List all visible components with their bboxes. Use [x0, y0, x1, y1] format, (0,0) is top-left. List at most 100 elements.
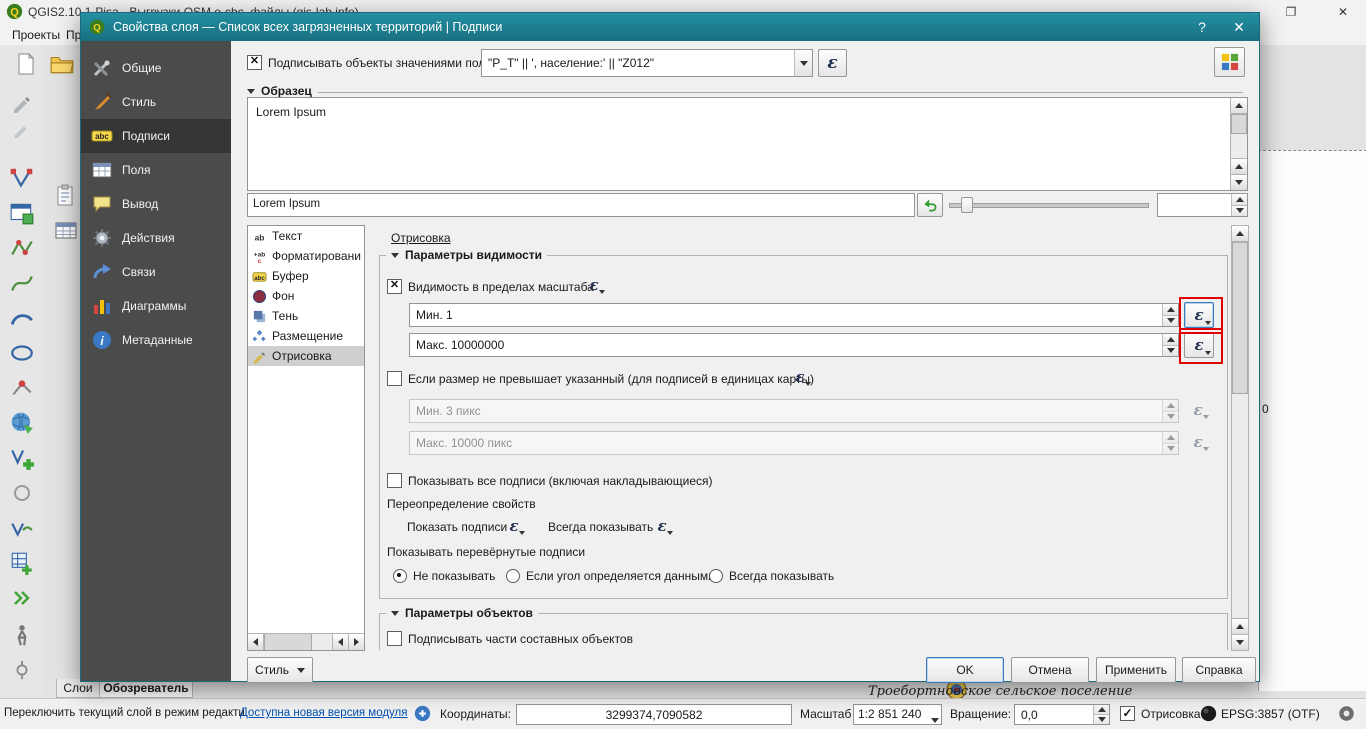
window-restore-button[interactable]: ❐	[1278, 2, 1304, 22]
placement-settings-button[interactable]	[1214, 47, 1245, 77]
chevrons-icon[interactable]	[8, 584, 36, 612]
reset-sample-button[interactable]	[917, 193, 943, 217]
scale-max-data-defined-button[interactable]: ε	[1184, 332, 1214, 358]
cancel-button[interactable]: Отмена	[1011, 657, 1089, 683]
radio-data-defined-dot[interactable]	[506, 569, 520, 583]
measure-walk-icon[interactable]	[8, 622, 36, 650]
sections-hscrollbar[interactable]	[248, 633, 364, 650]
radio-always-dot[interactable]	[709, 569, 723, 583]
add-feature-icon[interactable]	[8, 444, 36, 472]
spin-down-icon[interactable]	[1163, 315, 1178, 327]
rotation-up-icon[interactable]	[1094, 705, 1109, 714]
panel-scroll-thumb[interactable]	[1232, 242, 1248, 394]
features-group-title-wrap[interactable]: Параметры объектов	[386, 606, 538, 620]
spin-up-icon[interactable]	[1163, 304, 1178, 315]
scale-max-spinbox[interactable]: Макс. 10000000	[409, 333, 1179, 357]
multipart-checkbox[interactable]	[387, 631, 402, 646]
font-size-slider[interactable]	[949, 197, 1149, 211]
radio-data-defined[interactable]: Если угол определяется данными	[506, 569, 715, 583]
expression-combobox[interactable]: "P_T" || ', население:' || "Z012"	[481, 49, 813, 77]
scroll-down-icon[interactable]	[1232, 634, 1248, 650]
radio-never-dot[interactable]	[393, 569, 407, 583]
render-checkbox-row[interactable]: Отрисовка	[1120, 706, 1201, 721]
dialog-titlebar[interactable]: Q Свойства слоя — Список всех загрязненн…	[81, 13, 1259, 41]
sidebar-item-joins[interactable]: Связи	[81, 255, 231, 289]
section-item-rendering[interactable]: Отрисовка	[248, 346, 364, 366]
node-edit-icon[interactable]	[8, 374, 36, 402]
section-item-buffer[interactable]: abc Буфер	[248, 266, 364, 286]
sidebar-item-diagrams[interactable]: Диаграммы	[81, 289, 231, 323]
spin-down-icon[interactable]	[1232, 205, 1247, 217]
font-size-spinbox[interactable]	[1157, 193, 1248, 217]
section-item-shadow[interactable]: Тень	[248, 306, 364, 326]
circle-tool-icon[interactable]	[8, 479, 36, 507]
scale-min-spinbox[interactable]: Мин. 1	[409, 303, 1179, 327]
px-max-data-defined-button[interactable]: ε	[1185, 431, 1211, 453]
scale-visibility-row[interactable]: Видимость в пределах масштаба	[387, 279, 594, 294]
px-min-data-defined-button[interactable]: ε	[1185, 399, 1211, 421]
statusbar-update-link[interactable]: Доступна новая версия модуля	[240, 707, 408, 719]
layer-table-icon[interactable]	[8, 199, 36, 227]
show-label-data-defined-button[interactable]: ε	[501, 515, 527, 537]
hscroll-thumb[interactable]	[264, 634, 312, 650]
pixel-size-row[interactable]: Если размер не превышает указанный (для …	[387, 371, 814, 386]
style-menu-button[interactable]: Стиль	[247, 657, 313, 683]
plugin-icon[interactable]	[414, 705, 431, 725]
menu-projects[interactable]: Проекты	[12, 28, 60, 42]
curve-tool-icon[interactable]	[8, 269, 36, 297]
scroll-right-icon[interactable]	[348, 634, 364, 650]
multipart-row[interactable]: Подписывать части составных объектов	[387, 631, 633, 646]
spin-up-icon[interactable]	[1163, 334, 1178, 345]
ellipse-tool-icon[interactable]	[8, 339, 36, 367]
sidebar-item-rendering[interactable]: Вывод	[81, 187, 231, 221]
sidebar-item-labels[interactable]: abc Подписи	[81, 119, 231, 153]
always-show-data-defined-button[interactable]: ε	[649, 515, 675, 537]
sample-header[interactable]: Образец	[247, 84, 1243, 98]
radio-never[interactable]: Не показывать	[393, 569, 495, 583]
px-max-spinbox[interactable]: Макс. 10000 пикс	[409, 431, 1179, 455]
slider-handle[interactable]	[961, 197, 973, 213]
scale-visibility-checkbox[interactable]	[387, 279, 402, 294]
section-item-formatting[interactable]: +abc Форматировани	[248, 246, 364, 266]
sidebar-item-actions[interactable]: Действия	[81, 221, 231, 255]
rotation-spinbox[interactable]: 0,0	[1014, 704, 1110, 725]
visibility-group-title-wrap[interactable]: Параметры видимости	[386, 248, 547, 262]
new-project-icon[interactable]	[12, 50, 40, 78]
crs-icon[interactable]	[1200, 705, 1217, 725]
section-item-text[interactable]: ab Текст	[248, 226, 364, 246]
scroll-up2-icon[interactable]	[1231, 158, 1247, 174]
panel-scrollbar[interactable]	[1231, 225, 1249, 651]
rotation-down-icon[interactable]	[1094, 714, 1109, 724]
expression-dropdown-icon[interactable]	[794, 50, 812, 76]
scroll-thumb[interactable]	[1231, 114, 1247, 134]
collapse-icon[interactable]	[391, 253, 399, 258]
radio-always[interactable]: Всегда показывать	[709, 569, 834, 583]
arc-tool-icon[interactable]	[8, 304, 36, 332]
show-all-labels-checkbox[interactable]	[387, 473, 402, 488]
scroll-left-icon[interactable]	[248, 634, 264, 650]
show-all-labels-row[interactable]: Показывать все подписи (включая накладыв…	[387, 473, 713, 488]
help-button[interactable]: Справка	[1182, 657, 1256, 683]
collapse-icon[interactable]	[247, 89, 255, 94]
crs-label[interactable]: EPSG:3857 (OTF)	[1221, 707, 1320, 721]
coords-input[interactable]: 3299374,7090582	[516, 704, 792, 725]
add-grid-layer-icon[interactable]	[8, 549, 36, 577]
sidebar-item-fields[interactable]: Поля	[81, 153, 231, 187]
scale-visibility-data-defined-button[interactable]: ε	[581, 274, 607, 296]
label-objects-checkbox[interactable]	[247, 55, 262, 70]
pixel-size-data-defined-button[interactable]: ε	[787, 366, 813, 388]
ok-button[interactable]: OK	[926, 657, 1004, 683]
pixel-size-checkbox[interactable]	[387, 371, 402, 386]
vector-edit-icon[interactable]	[8, 514, 36, 542]
attribute-table-icon[interactable]	[52, 217, 80, 245]
scale-min-data-defined-button[interactable]: ε	[1184, 302, 1214, 328]
node-circle-icon[interactable]	[8, 656, 36, 684]
scroll-left2-icon[interactable]	[332, 634, 348, 650]
polyline-tool-icon[interactable]	[8, 234, 36, 262]
dialog-close-button[interactable]: ✕	[1219, 19, 1259, 36]
sample-text-input[interactable]: Lorem Ipsum	[247, 193, 915, 217]
scroll-up2-icon[interactable]	[1232, 618, 1248, 634]
expression-builder-button[interactable]: ε	[818, 49, 847, 77]
sidebar-item-metadata[interactable]: i Метаданные	[81, 323, 231, 357]
sidebar-item-general[interactable]: Общие	[81, 51, 231, 85]
